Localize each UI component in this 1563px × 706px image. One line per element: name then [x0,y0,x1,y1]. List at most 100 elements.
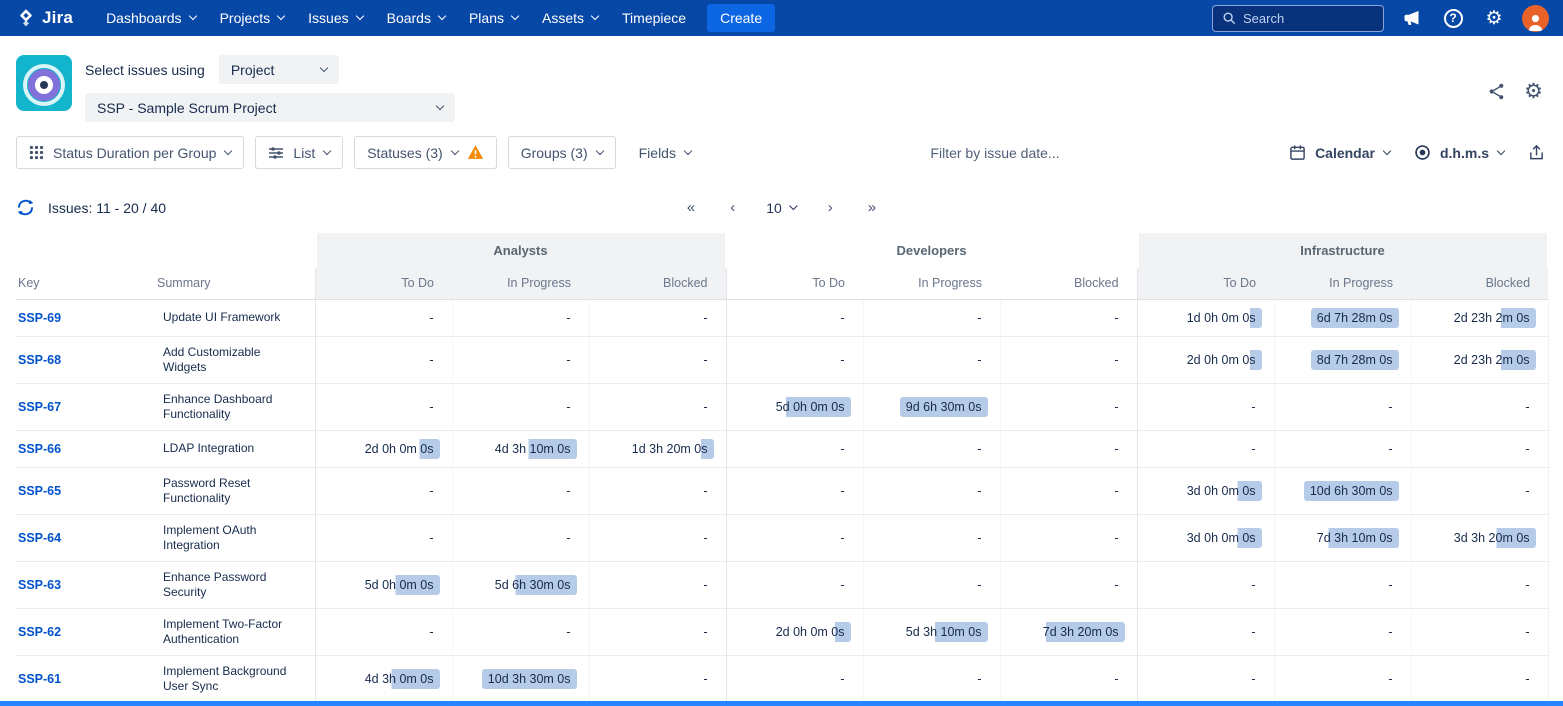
view-type-dropdown[interactable]: Status Duration per Group [16,136,244,169]
duration-cell: - [589,514,726,561]
duration-value: - [1245,439,1261,459]
duration-value: - [1108,397,1124,417]
status-column-header: To Do [315,268,452,299]
key-cell: SSP-68 [16,336,155,383]
nav-item-issues[interactable]: Issues [297,3,373,33]
page-size-dropdown[interactable]: 10 [766,200,797,216]
create-button[interactable]: Create [707,4,775,32]
duration-value: - [560,481,576,501]
group-header-analysts: Analysts [315,233,726,268]
nav-item-timepiece[interactable]: Timepiece [611,3,697,33]
nav-item-boards[interactable]: Boards [376,3,456,33]
issue-date-filter-input[interactable] [880,145,1110,161]
duration-value: 3d 3h 20m 0s [1448,528,1536,548]
duration-cell: - [863,299,1000,336]
duration-cell: 2d 0h 0m 0s [726,608,863,655]
duration-value: - [834,481,850,501]
issue-key-link[interactable]: SSP-69 [18,311,61,325]
duration-value: - [697,622,713,642]
duration-format-dropdown[interactable]: d.h.m.s [1412,136,1506,169]
export-button[interactable] [1526,136,1547,169]
next-page-button[interactable]: › [824,197,837,218]
report-settings-button[interactable]: ⚙ [1524,81,1543,102]
chevron-down-icon [1497,147,1505,155]
issue-key-link[interactable]: SSP-63 [18,578,61,592]
person-icon [1525,11,1546,32]
chevron-down-icon [323,147,331,155]
nav-item-dashboards[interactable]: Dashboards [95,3,207,33]
nav-item-assets[interactable]: Assets [531,3,609,33]
fields-dropdown[interactable]: Fields [627,136,703,169]
duration-cell: - [452,467,589,514]
global-search[interactable] [1212,5,1384,32]
layout-dropdown[interactable]: List [255,136,343,169]
duration-cell: - [726,655,863,702]
issue-key-link[interactable]: SSP-66 [18,442,61,456]
duration-cell: - [1411,608,1548,655]
nav-item-plans[interactable]: Plans [458,3,529,33]
duration-cell: - [1274,383,1411,430]
duration-value: - [697,350,713,370]
duration-value: - [971,308,987,328]
duration-value: - [1519,397,1535,417]
duration-value: - [971,481,987,501]
refresh-button[interactable] [16,198,35,217]
key-cell: SSP-61 [16,655,155,702]
jira-logo[interactable]: Jira [16,8,73,28]
nav-item-projects[interactable]: Projects [209,3,296,33]
sliders-icon [268,145,284,161]
duration-value: - [1108,350,1124,370]
share-button[interactable] [1487,82,1506,101]
duration-value: - [697,528,713,548]
issue-key-link[interactable]: SSP-61 [18,672,61,686]
duration-value: - [1108,481,1124,501]
status-column-header: Blocked [589,268,726,299]
prev-page-button[interactable]: ‹ [726,197,739,218]
duration-value: - [423,308,439,328]
duration-cell: 3d 0h 0m 0s [1137,467,1274,514]
announcements-button[interactable] [1399,5,1425,31]
user-avatar[interactable] [1522,5,1549,32]
issue-key-link[interactable]: SSP-65 [18,484,61,498]
chevron-down-icon [684,147,692,155]
chevron-down-icon [436,101,444,109]
select-mode-dropdown[interactable]: Project [219,55,339,84]
duration-cell: - [315,467,452,514]
issue-key-link[interactable]: SSP-68 [18,353,61,367]
duration-value: 2d 0h 0m 0s [1181,350,1262,370]
duration-value: 4d 3h 0m 0s [359,669,440,689]
duration-cell: - [315,608,452,655]
duration-value: 10d 3h 30m 0s [482,669,577,689]
duration-value: - [423,350,439,370]
duration-value: - [697,397,713,417]
status-column-header: Blocked [1411,268,1548,299]
duration-cell: - [1274,430,1411,467]
duration-cell: 6d 7h 28m 0s [1274,299,1411,336]
first-page-button[interactable]: « [683,197,699,218]
issue-summary: Update UI Framework [155,299,315,336]
issue-summary: Implement Background User Sync [155,655,315,702]
issue-key-link[interactable]: SSP-64 [18,531,61,545]
last-page-button[interactable]: » [864,197,880,218]
duration-cell: - [726,467,863,514]
issue-key-link[interactable]: SSP-67 [18,400,61,414]
duration-value: - [1108,308,1124,328]
gear-icon: ⚙ [1524,81,1543,102]
status-column-header: In Progress [452,268,589,299]
groups-dropdown[interactable]: Groups (3) [508,136,616,169]
project-dropdown[interactable]: SSP - Sample Scrum Project [85,93,455,122]
settings-button[interactable]: ⚙ [1481,5,1507,31]
calendar-dropdown[interactable]: Calendar [1287,136,1392,169]
statuses-dropdown[interactable]: Statuses (3) [354,136,496,169]
status-column-header: To Do [726,268,863,299]
duration-value: - [560,397,576,417]
duration-cell: 5d 0h 0m 0s [315,561,452,608]
duration-cell: - [1000,467,1137,514]
search-input[interactable] [1243,11,1374,26]
duration-cell: - [452,514,589,561]
duration-cell: - [863,336,1000,383]
duration-cell: - [1000,430,1137,467]
help-button[interactable]: ? [1440,5,1466,31]
issue-key-link[interactable]: SSP-62 [18,625,61,639]
duration-value: - [1108,439,1124,459]
